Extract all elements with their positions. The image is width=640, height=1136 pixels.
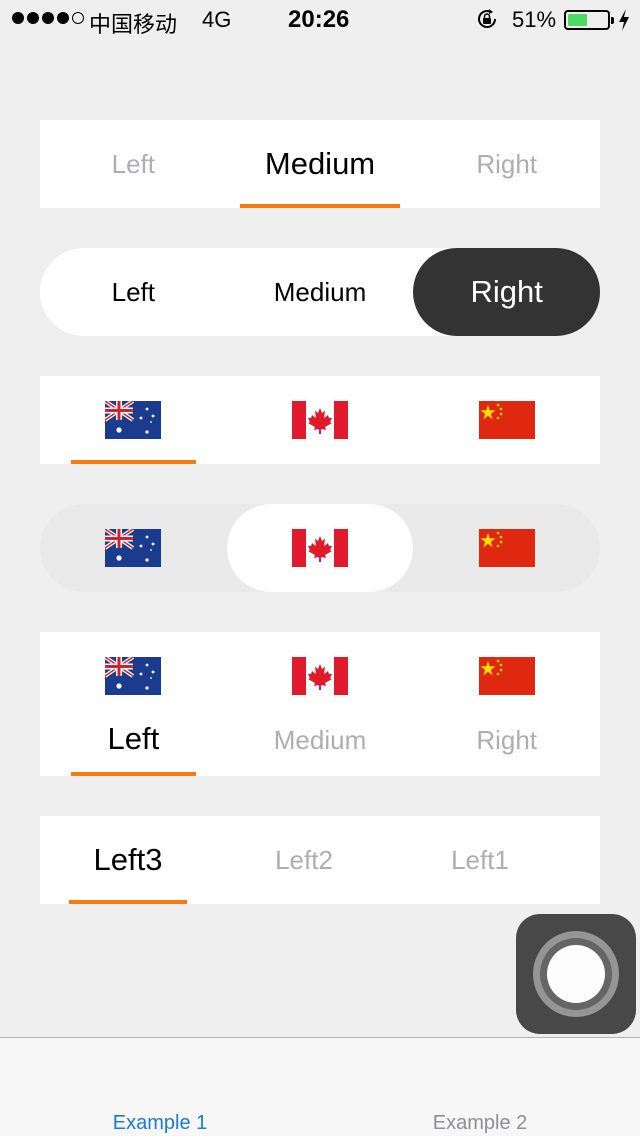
battery-icon — [564, 10, 614, 30]
segment-item-left2[interactable]: Left2 — [216, 816, 392, 904]
segment-item-china[interactable] — [413, 376, 600, 464]
segment-item-australia[interactable] — [40, 376, 227, 464]
signal-strength-icon — [12, 12, 84, 24]
selection-indicator — [71, 772, 196, 776]
segment-label: Right — [470, 274, 543, 309]
segment-item-medium[interactable]: Medium — [227, 248, 414, 336]
australia-flag-icon — [105, 657, 161, 695]
segment-label: Left1 — [451, 844, 509, 875]
australia-flag-icon — [105, 529, 161, 567]
segment-item-left3[interactable]: Left3 — [40, 816, 216, 904]
segment-control-flags-underline — [40, 376, 600, 464]
selection-indicator — [239, 204, 400, 208]
canada-flag-icon — [292, 657, 348, 695]
segment-label: Left — [111, 148, 156, 179]
segment-item-left[interactable]: Left — [40, 248, 227, 336]
china-flag-icon — [479, 401, 535, 439]
segment-label: Left3 — [93, 842, 163, 877]
battery-percentage: 51% — [512, 7, 557, 32]
network-type: 4G — [202, 7, 232, 32]
china-flag-icon — [479, 529, 535, 567]
segment-item-left[interactable]: Left — [40, 120, 227, 208]
segment-control-text-underline: Left Medium Right — [40, 120, 600, 208]
charging-bolt-icon — [619, 9, 629, 31]
segment-item-canada[interactable] — [227, 376, 414, 464]
australia-flag-icon — [105, 401, 161, 439]
segment-label: Medium — [264, 146, 376, 181]
segment-label: Left — [111, 276, 156, 307]
carrier-name: 中国移动 — [89, 12, 178, 37]
status-time: 20:26 — [288, 6, 350, 33]
segment-label: Left2 — [275, 844, 333, 875]
segment-label: Medium — [273, 276, 367, 307]
status-bar: 中国移动 4G 20:26 51% — [0, 0, 640, 40]
segment-item-left1[interactable]: Left1 — [392, 816, 568, 904]
segment-label: Right — [476, 148, 538, 179]
segment-label: Left — [107, 721, 160, 756]
tab-example-2[interactable]: Example 2 — [320, 1112, 640, 1135]
segment-item-australia[interactable] — [40, 504, 227, 592]
segment-label: Right — [476, 725, 538, 755]
selection-indicator — [71, 460, 196, 464]
segment-item-china[interactable] — [413, 504, 600, 592]
segment-item-canada[interactable] — [226, 504, 414, 592]
segment-control-flags-labels: Left Medium Right — [40, 632, 600, 776]
segment-item-medium[interactable]: Medium — [227, 632, 414, 776]
segment-item-medium[interactable]: Medium — [227, 120, 414, 208]
segment-item-right[interactable]: Right — [413, 632, 600, 776]
canada-flag-icon — [292, 401, 348, 439]
tab-example-1[interactable]: Example 1 — [0, 1112, 320, 1135]
segment-item-right[interactable]: Right — [413, 248, 601, 336]
segment-control-pill-dark: Left Medium Right — [40, 248, 601, 336]
segment-label: Medium — [273, 725, 367, 755]
assistive-touch-button[interactable] — [516, 914, 636, 1034]
segment-control-left-items: Left3 Left2 Left1 — [40, 816, 600, 904]
tab-bar: Example 1 Example 2 — [0, 1037, 640, 1136]
china-flag-icon — [479, 657, 535, 695]
battery-fill — [568, 14, 587, 26]
segment-control-flags-pill — [40, 504, 600, 592]
orientation-lock-icon — [478, 9, 496, 28]
selection-indicator — [69, 900, 187, 904]
segment-item-right[interactable]: Right — [413, 120, 600, 208]
canada-flag-icon — [292, 529, 348, 567]
segment-item-left[interactable]: Left — [40, 632, 227, 776]
